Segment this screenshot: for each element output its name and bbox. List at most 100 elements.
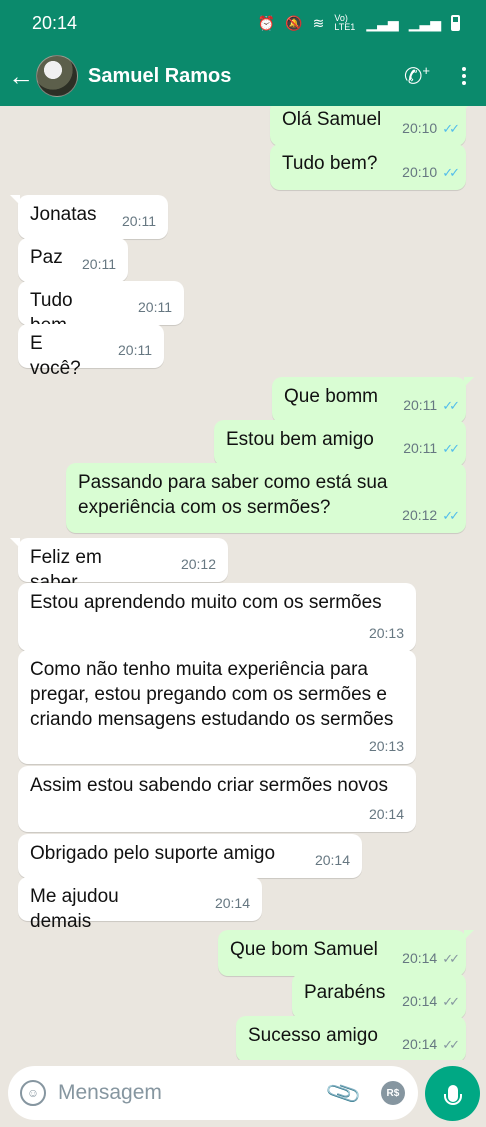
outgoing-message[interactable]: Passando para saber como está sua experi…	[66, 463, 466, 533]
outgoing-message[interactable]: Tudo bem? 20:10 ✓✓	[270, 144, 466, 190]
message-list[interactable]: Olá Samuel 20:10 ✓✓ Tudo bem? 20:10 ✓✓ Jonatas…	[0, 106, 486, 1060]
message-text: Como não tenho muita experiência para pr…	[30, 659, 394, 730]
message-timestamp: 20:14	[402, 950, 438, 966]
signal-icon: ▁▃▅	[366, 14, 399, 31]
contact-name[interactable]: Samuel Ramos	[88, 65, 404, 88]
status-bar: 20:14 ⏰ 🔕 ≋ Vo) LTE1 ▁▃▅ ▁▃▅	[0, 0, 486, 46]
emoji-icon[interactable]: ☺	[20, 1080, 46, 1106]
message-text: Paz	[30, 247, 63, 268]
message-composer: ☺ 📎 R$	[8, 1066, 451, 1120]
read-receipt-icon: ✓✓	[442, 441, 460, 456]
chat-header: ← Samuel Ramos ✆+	[0, 46, 486, 106]
message-text: Me ajudou demais	[30, 886, 119, 932]
message-timestamp: 20:14	[214, 895, 250, 911]
message-text: Olá Samuel	[282, 109, 382, 130]
message-text: Obrigado pelo suporte amigo	[30, 843, 276, 864]
message-time: 20:11 ✓✓	[403, 393, 460, 418]
delivered-icon: ✓✓	[442, 994, 460, 1009]
incoming-message[interactable]: E você? 20:11	[18, 324, 164, 379]
read-receipt-icon: ✓✓	[442, 121, 460, 136]
message-timestamp: 20:11	[403, 397, 438, 413]
more-options-icon[interactable]	[460, 63, 468, 89]
outgoing-message[interactable]: Olá Samuel 20:10 ✓✓	[270, 106, 474, 146]
incoming-message[interactable]: Assim estou sabendo criar sermões novos 2…	[18, 766, 416, 832]
delivered-icon: ✓✓	[442, 1037, 460, 1052]
outgoing-message[interactable]: Parabéns 20:14 ✓✓	[292, 973, 466, 1019]
message-timestamp: 20:11	[122, 213, 156, 229]
battery-icon	[451, 15, 460, 31]
message-time: 20:13	[369, 734, 404, 759]
message-time: 20:11 ✓✓	[403, 436, 460, 461]
message-timestamp: 20:14	[402, 1036, 438, 1052]
message-timestamp: 20:13	[368, 625, 404, 641]
message-text: Estou aprendendo muito com os sermões	[30, 592, 382, 613]
read-receipt-icon: ✓✓	[442, 165, 460, 180]
read-receipt-icon: ✓✓	[442, 398, 460, 413]
payment-icon[interactable]: R$	[380, 1081, 405, 1105]
signal-icon-2: ▁▃▅	[408, 14, 441, 31]
message-time: 20:13	[369, 621, 404, 646]
message-text: Jonatas	[30, 204, 97, 225]
arrow-left-icon[interactable]: ←	[8, 61, 34, 92]
message-timestamp: 20:14	[368, 806, 404, 822]
incoming-message[interactable]: Me ajudou demais 20:14	[18, 877, 262, 932]
message-text: Estou bem amigo	[226, 429, 374, 450]
status-icons: ⏰ 🔕 ≋ Vo) LTE1 ▁▃▅ ▁▃▅	[258, 14, 460, 32]
wifi-icon: ≋	[312, 14, 325, 31]
message-text: Parabéns	[304, 982, 386, 1003]
outgoing-message[interactable]: Que bomm 20:11 ✓✓	[272, 377, 474, 423]
message-time: 20:11	[122, 209, 156, 234]
message-time: 20:14 ✓✓	[402, 1032, 460, 1057]
delivered-icon: ✓✓	[442, 951, 460, 966]
incoming-message[interactable]: Feliz em saber20:12	[10, 538, 228, 593]
alarm-icon: ⏰	[257, 14, 276, 31]
message-time: 20:10 ✓✓	[402, 116, 460, 141]
message-timestamp: 20:11	[138, 299, 172, 315]
message-time: 20:11	[82, 252, 116, 277]
incoming-message[interactable]: Tudo bem20:11	[18, 281, 184, 336]
attach-icon[interactable]: 📎	[324, 1073, 364, 1113]
message-text: Que bom Samuel	[230, 939, 378, 960]
message-time: 20:11	[138, 295, 172, 320]
incoming-message[interactable]: Jonatas 20:11	[10, 195, 168, 239]
message-timestamp: 20:10	[402, 164, 438, 180]
read-receipt-icon: ✓✓	[442, 508, 460, 523]
incoming-message[interactable]: Estou aprendendo muito com os sermões 20:…	[18, 583, 416, 651]
message-time: 20:14 ✓✓	[402, 989, 460, 1014]
message-input[interactable]	[58, 1081, 329, 1105]
outgoing-message[interactable]: Estou bem amigo 20:11 ✓✓	[214, 420, 466, 466]
message-time: 20:12	[181, 552, 216, 577]
mute-icon: 🔕	[285, 14, 303, 31]
message-timestamp: 20:11	[82, 256, 116, 272]
incoming-message[interactable]: Como não tenho muita experiência para pr…	[18, 650, 416, 764]
message-timestamp: 20:14	[314, 852, 350, 868]
network-label: Vo) LTE1	[334, 13, 356, 32]
message-timestamp: 20:12	[180, 556, 216, 572]
message-time: 20:10 ✓✓	[402, 160, 460, 185]
incoming-message[interactable]: Obrigado pelo suporte amigo 20:14	[18, 834, 362, 878]
header-actions: ✆+	[404, 63, 468, 89]
message-timestamp: 20:11	[118, 342, 152, 358]
message-text: Sucesso amigo	[248, 1025, 378, 1046]
status-time: 20:14	[32, 12, 78, 33]
message-time: 20:11	[118, 338, 152, 363]
mic-button[interactable]	[425, 1066, 480, 1121]
message-time: 20:14	[215, 891, 250, 916]
outgoing-message[interactable]: Sucesso amigo 20:14 ✓✓	[236, 1016, 466, 1060]
message-timestamp: 20:13	[368, 738, 404, 754]
incoming-message[interactable]: Paz 20:11	[18, 238, 128, 282]
message-text: Assim estou sabendo criar sermões novos	[30, 775, 388, 796]
message-time: 20:14	[315, 848, 350, 873]
message-text: Tudo bem?	[282, 153, 378, 174]
message-timestamp: 20:11	[403, 440, 438, 456]
message-text: Que bomm	[284, 386, 378, 407]
message-text: E você?	[30, 333, 81, 379]
avatar[interactable]	[36, 55, 78, 97]
add-call-icon[interactable]: ✆+	[404, 63, 430, 89]
outgoing-message[interactable]: Que bom Samuel 20:14 ✓✓	[218, 930, 474, 976]
mic-icon	[443, 1085, 462, 1105]
message-text: Passando para saber como está sua experi…	[78, 472, 388, 518]
message-time: 20:14 ✓✓	[402, 946, 460, 971]
message-time: 20:14	[369, 802, 404, 827]
message-time: 20:12 ✓✓	[402, 503, 460, 528]
